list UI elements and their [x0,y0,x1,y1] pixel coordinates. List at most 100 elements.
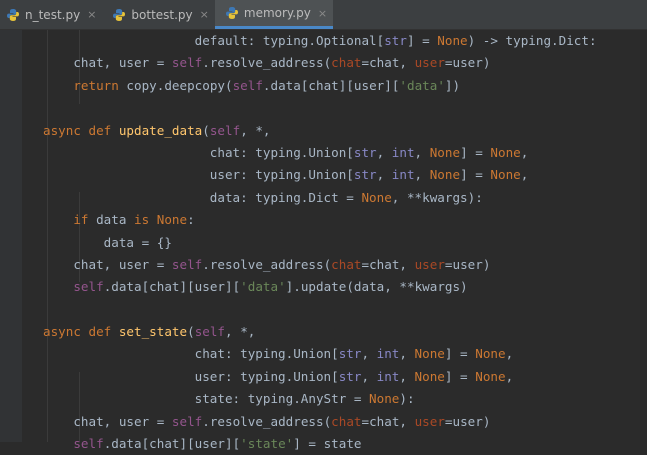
code-token: chat [331,413,362,429]
code-token: default: typing.Optional[ [43,33,385,48]
code-token: None [437,33,468,48]
python-file-icon [225,7,238,19]
code-token: ] = [406,33,438,48]
editor-gutter [0,30,22,442]
code-token: int [376,346,400,362]
code-token: 'data' [399,77,445,93]
code-token: ] = state [293,436,362,452]
code-token: int [391,167,415,183]
code-token: None [475,346,506,362]
code-line: chat, user = self.resolve_address(chat=c… [43,52,647,74]
code-line: user: typing.Union[str, int, None] = Non… [43,164,647,186]
tab-memory[interactable]: memory.py × [214,0,334,29]
code-token: .resolve_address( [202,256,332,272]
code-token: data = {} [43,234,172,250]
close-icon[interactable]: × [318,7,327,20]
close-icon[interactable]: × [200,8,209,21]
code-token: , **kwargs): [391,189,483,205]
code-line: async def update_data(self, *, [43,120,647,142]
code-token: 'data' [240,279,286,295]
code-token: async def [43,324,112,340]
code-token: =user) [444,413,491,429]
code-line: chat, user = self.resolve_address(chat=c… [43,411,647,433]
code-token: ) -> typing.Dict: [467,33,597,48]
code-token: , [361,346,377,362]
code-token: , [520,167,529,183]
code-token: self [73,436,104,452]
code-token: if [73,212,89,228]
code-line: chat: typing.Union[str, int, None] = Non… [43,343,647,365]
code-token: self [194,324,226,340]
code-token: self [209,122,241,138]
close-icon[interactable]: × [87,8,96,21]
code-token: None [429,167,461,183]
code-token: .data[chat][user][ [103,436,241,452]
code-token: ] = [460,144,491,160]
code-token: ].update(data, **kwargs) [285,279,468,295]
code-token: .resolve_address( [202,413,332,429]
code-token: , [399,346,415,362]
code-line: if data is None: [43,209,647,231]
code-line: return copy.deepcopy(self.data[chat][use… [43,75,647,97]
code-token: =chat, [361,256,415,272]
code-line: async def set_state(self, *, [43,321,647,343]
code-token: user: typing.Union[ [43,167,354,183]
tab-label: n_test.py [25,7,81,22]
code-token: =user) [444,55,491,71]
code-line: state: typing.AnyStr = None): [43,388,647,410]
code-token: .data[chat][user][ [103,279,241,295]
code-token: self [232,77,263,93]
code-token: str [353,144,377,160]
code-token: ): [399,391,415,407]
tab-n-test[interactable]: n_test.py × [0,0,102,29]
code-token: None [490,144,521,160]
code-token: chat, user = [43,55,172,71]
code-line: chat, user = self.resolve_address(chat=c… [43,254,647,276]
code-token: data [88,212,135,228]
code-token: =chat, [361,413,415,429]
code-token: None [429,144,461,160]
code-token: ] = [460,167,491,183]
code-token: , [361,368,377,384]
code-token: user: typing.Union[ [43,368,339,384]
code-token: , *, [225,324,256,340]
code-token: user [414,256,445,272]
code-token: , *, [240,122,271,138]
code-line: self.data[chat][user]['state'] = state [43,433,647,455]
code-token: , [414,144,430,160]
code-token: None [361,189,392,205]
editor-tab-bar: n_test.py × bottest.py × memory.py × [0,0,647,30]
code-token: chat, user = [43,256,172,272]
code-token: str [338,368,362,384]
code-token: ] = [444,346,476,362]
code-token: None [414,368,445,384]
python-file-icon [7,8,19,21]
code-token: : [187,212,195,228]
code-token: self [171,256,203,272]
code-token: int [376,368,400,384]
code-token: self [171,55,203,71]
code-token: str [384,33,407,48]
code-editor[interactable]: default: typing.Optional[str] = None) ->… [43,30,647,451]
code-token: chat: typing.Union[ [43,346,339,362]
code-token: chat, user = [43,413,172,429]
code-line: self.data[chat][user]['data'].update(dat… [43,276,647,298]
code-token: None [490,167,521,183]
code-token: =chat, [361,55,415,71]
code-token: .data[chat][user][ [262,77,400,93]
code-token: 'state' [240,436,294,452]
code-token: data: typing.Dict = [43,189,362,205]
code-token: None [475,368,506,384]
code-token: .resolve_address( [202,55,332,71]
code-token: , [376,144,392,160]
code-token: chat [331,55,362,71]
code-token: , [376,167,392,183]
tab-bottest[interactable]: bottest.py × [102,0,214,29]
